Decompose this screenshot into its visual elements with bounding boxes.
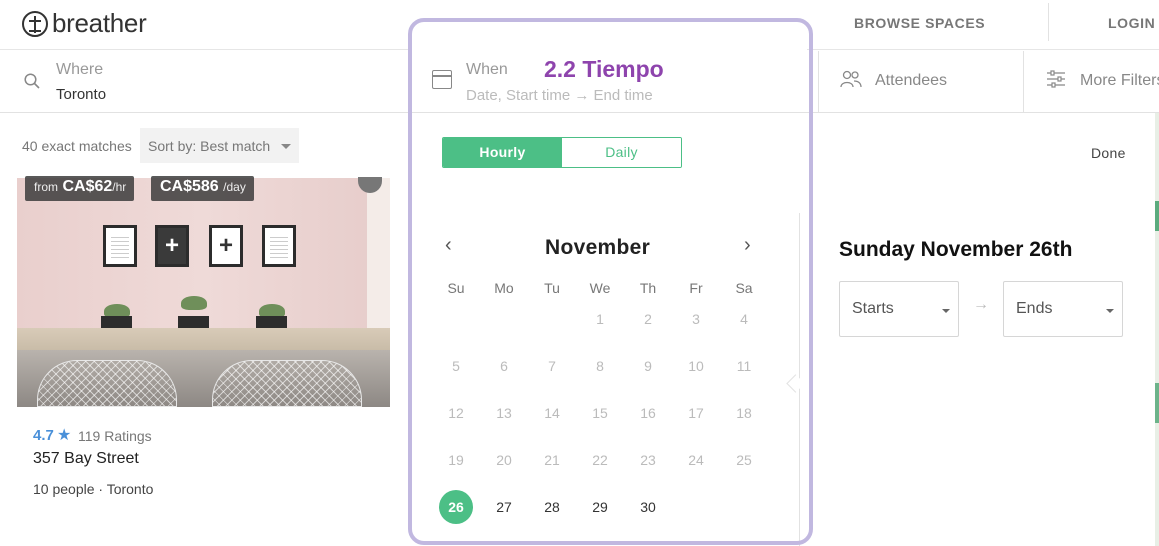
match-count: 40 exact matches	[22, 138, 132, 154]
weekday-label: Sa	[735, 280, 753, 296]
calendar-day: 19	[448, 452, 464, 468]
ratings-count: 119 Ratings	[78, 428, 152, 444]
done-button[interactable]: Done	[1091, 145, 1126, 161]
attendees-filter[interactable]: Attendees	[875, 72, 947, 90]
calendar-day: 20	[496, 452, 512, 468]
selected-date-heading: Sunday November 26th	[839, 238, 1073, 261]
calendar-day: 13	[496, 405, 512, 421]
calendar-day: 8	[596, 358, 604, 374]
calendar-day: 14	[544, 405, 560, 421]
calendar-day: 11	[736, 358, 752, 374]
ends-time-select[interactable]: Ends	[1003, 281, 1123, 337]
calendar-day: 18	[736, 405, 752, 421]
browse-spaces-link[interactable]: BROWSE SPACES	[854, 15, 985, 31]
calendar-day: 21	[544, 452, 560, 468]
calendar-day[interactable]: 29	[583, 490, 617, 524]
search-bar-bottom-border	[411, 112, 1159, 113]
calendar-day: 1	[596, 311, 604, 327]
wall-frame	[103, 225, 137, 267]
chevron-down-icon	[281, 144, 291, 149]
calendar-day: 10	[688, 358, 704, 374]
wall-frame: +	[209, 225, 243, 267]
ends-label: Ends	[1016, 300, 1053, 317]
annotation-label: 2.2 Tiempo	[544, 56, 664, 82]
weekday-label: Mo	[494, 280, 514, 296]
star-icon: ★	[57, 427, 72, 444]
search-divider	[818, 51, 819, 112]
where-input[interactable]: Toronto	[56, 86, 106, 103]
when-input[interactable]: Date, Start time → End time	[466, 87, 653, 104]
calendar-day: 6	[500, 358, 508, 374]
tab-hourly[interactable]: Hourly	[443, 138, 562, 167]
sliders-icon	[1047, 70, 1065, 88]
calendar-day: 17	[688, 405, 704, 421]
calendar-day: 7	[548, 358, 556, 374]
calendar-day: 9	[644, 358, 652, 374]
weekday-label: Tu	[544, 280, 560, 296]
more-filters-button[interactable]: More Filters	[1080, 72, 1159, 90]
daily-price-badge: CA$586 /day	[151, 176, 254, 201]
when-label: When	[466, 61, 508, 78]
calendar-month: November	[545, 236, 651, 259]
tree-logo-icon	[22, 10, 48, 37]
next-month-icon[interactable]: ›	[744, 234, 751, 257]
starts-time-select[interactable]: Starts	[839, 281, 959, 337]
listing-photo[interactable]: + +	[17, 178, 390, 407]
chevron-down-icon	[1106, 309, 1114, 313]
calendar-day: 24	[688, 452, 704, 468]
calendar-day[interactable]: 30	[631, 490, 665, 524]
calendar-day: 3	[692, 311, 700, 327]
where-label: Where	[56, 61, 104, 78]
booking-type-toggle: Hourly Daily	[442, 137, 682, 168]
map-edge[interactable]	[1155, 113, 1159, 546]
weekday-label: We	[589, 280, 611, 296]
weekday-label: Th	[639, 280, 657, 296]
calendar-day: 15	[592, 405, 608, 421]
logo-text: breather	[52, 8, 147, 38]
calendar-day: 2	[644, 311, 652, 327]
hourly-price-badge: from CA$62/hr	[25, 176, 135, 201]
calendar-day: 12	[448, 405, 464, 421]
calendar-day[interactable]: 28	[535, 490, 569, 524]
arrow-right-icon: →	[973, 296, 989, 313]
calendar-day: 22	[592, 452, 608, 468]
calendar-icon	[432, 70, 452, 89]
listing-meta: 10 people · Toronto	[33, 481, 154, 497]
breather-logo[interactable]: breather	[22, 8, 147, 39]
tab-daily[interactable]: Daily	[562, 138, 681, 167]
attendees-icon	[840, 70, 862, 88]
sort-dropdown-label: Sort by: Best match	[148, 138, 271, 154]
calendar-day: 16	[640, 405, 656, 421]
wall-frame	[262, 225, 296, 267]
calendar-day-selected[interactable]: 26	[439, 490, 473, 524]
search-divider	[1023, 51, 1024, 112]
nav-divider	[1048, 3, 1049, 41]
listing-title[interactable]: 357 Bay Street	[33, 450, 139, 468]
calendar-day: 25	[736, 452, 752, 468]
calendar-day: 4	[740, 311, 748, 327]
prev-month-icon[interactable]: ‹	[445, 234, 452, 257]
search-icon	[24, 73, 40, 89]
calendar-day: 23	[640, 452, 656, 468]
login-link[interactable]: LOGIN	[1108, 15, 1155, 31]
calendar-day[interactable]: 27	[487, 490, 521, 524]
weekday-label: Fr	[689, 280, 703, 296]
rating-value: 4.7	[33, 427, 54, 444]
starts-label: Starts	[852, 300, 894, 317]
wall-frame: +	[155, 225, 189, 267]
chevron-down-icon	[942, 309, 950, 313]
weekday-label: Su	[447, 280, 465, 296]
calendar-day: 5	[452, 358, 460, 374]
